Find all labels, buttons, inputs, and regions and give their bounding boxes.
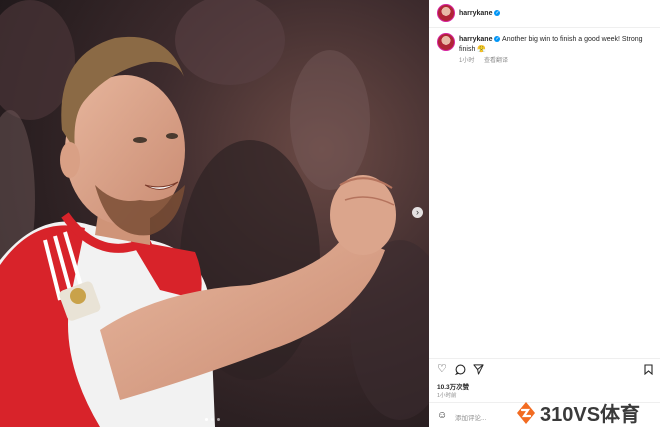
- post-header: harrykane ✓: [429, 0, 660, 28]
- comment-icon[interactable]: [454, 364, 466, 378]
- post-time: 1小时前: [437, 393, 457, 399]
- post-panel: harrykane ✓ harrykane ✓ Another big win to…: [429, 0, 660, 427]
- header-username[interactable]: harrykane ✓: [459, 10, 501, 17]
- avatar[interactable]: [437, 4, 455, 22]
- carousel-dot: [211, 418, 214, 421]
- post-caption: harrykane ✓ Another big win to finish a g…: [459, 35, 649, 55]
- post-photo: ›: [0, 0, 429, 427]
- header-username-text[interactable]: harrykane: [459, 10, 492, 17]
- player-photo: [0, 0, 429, 427]
- share-icon[interactable]: [473, 364, 484, 378]
- watermark-text: 310VS体育: [540, 404, 641, 426]
- carousel-dots: [205, 418, 220, 421]
- caption-emoji: 😤: [477, 46, 487, 53]
- caption-avatar[interactable]: [437, 33, 455, 51]
- action-bar: ♡: [429, 358, 660, 379]
- caption-time: 1小时: [459, 58, 475, 64]
- verified-icon: ✓: [494, 36, 501, 43]
- chevron-right-icon[interactable]: ›: [412, 207, 423, 218]
- watermark: 310VS体育: [515, 398, 640, 427]
- bookmark-icon[interactable]: [644, 364, 653, 378]
- emoji-icon[interactable]: ☺: [437, 410, 447, 421]
- carousel-dot: [205, 418, 208, 421]
- watermark-logo-icon: [517, 401, 535, 424]
- verified-icon: ✓: [494, 10, 501, 17]
- heart-icon[interactable]: ♡: [437, 364, 447, 375]
- translate-link[interactable]: 查看翻译: [484, 58, 508, 64]
- likes-count[interactable]: 10.3万次赞: [437, 381, 469, 391]
- caption-username[interactable]: harrykane: [459, 36, 492, 43]
- caption-meta: 1小时 查看翻译: [459, 55, 516, 64]
- comment-input[interactable]: 添加评论...: [455, 412, 486, 422]
- carousel-dot: [217, 418, 220, 421]
